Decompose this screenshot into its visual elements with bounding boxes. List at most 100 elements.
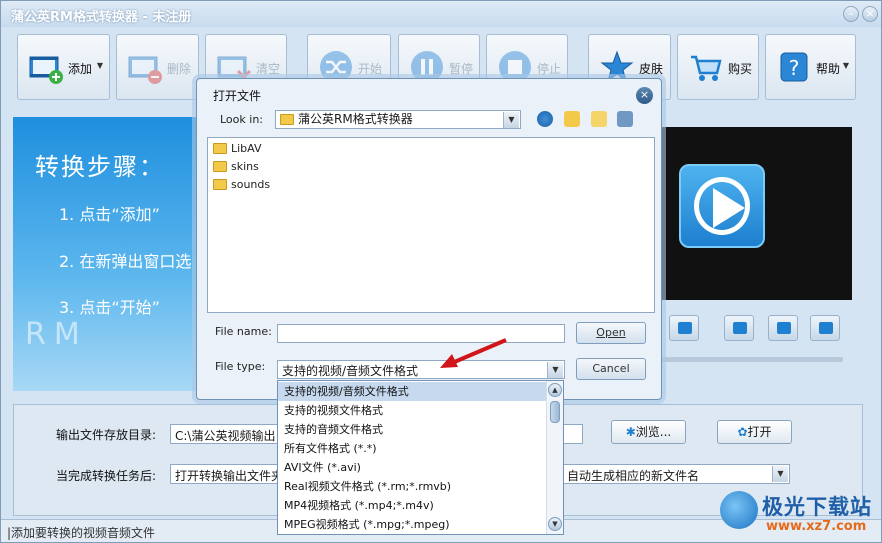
look-in-value: 蒲公英RM格式转换器	[298, 112, 413, 126]
add-label: 添加	[68, 62, 93, 76]
file-name: sounds	[231, 178, 271, 191]
look-in-select[interactable]: 蒲公英RM格式转换器 ▼	[275, 110, 521, 129]
cancel-button[interactable]: Cancel	[576, 358, 646, 380]
browse-label: 浏览...	[635, 425, 672, 439]
new-folder-icon[interactable]	[591, 111, 607, 127]
film-add-icon	[29, 56, 63, 84]
window-title: 蒲公英RM格式转换器 - 未注册	[11, 10, 192, 25]
open-file-dialog: 打开文件 × Look in: 蒲公英RM格式转换器 ▼ LibAV skins…	[196, 78, 662, 400]
folder-icon	[280, 114, 294, 125]
stop-preview-button[interactable]	[669, 315, 699, 341]
volume-button[interactable]	[724, 315, 754, 341]
buy-label: 购买	[728, 62, 753, 76]
dropdown-option[interactable]: AVI文件 (*.avi)	[278, 458, 546, 477]
open-output-button[interactable]: ✿打开	[717, 420, 792, 444]
look-in-label: Look in:	[220, 113, 263, 126]
play-button[interactable]	[679, 164, 765, 248]
chevron-down-icon: ▼	[547, 362, 563, 378]
list-item[interactable]: skins	[213, 159, 259, 175]
help-button[interactable]: ? 帮助 ▼	[765, 34, 856, 100]
open-output-label: 打开	[747, 425, 772, 439]
open-button-label: Open	[596, 326, 626, 339]
seek-slider[interactable]	[656, 357, 843, 362]
play-icon	[713, 188, 745, 228]
folder-icon	[213, 161, 227, 172]
naming-select[interactable]: 自动生成相应的新文件名 ▼	[562, 464, 790, 484]
scroll-up-button[interactable]: ▲	[548, 383, 562, 397]
watermark-brand: 极光下载站	[762, 495, 872, 519]
back-icon[interactable]	[537, 111, 553, 127]
filename-label: File name:	[215, 325, 272, 338]
dropdown-option[interactable]: Real视频文件格式 (*.rm;*.rmvb)	[278, 477, 546, 496]
dropdown-option[interactable]: 支持的视频/音频文件格式	[278, 382, 546, 401]
list-item[interactable]: LibAV	[213, 141, 262, 157]
filetype-dropdown-list[interactable]: 支持的视频/音频文件格式 支持的视频文件格式 支持的音频文件格式 所有文件格式 …	[277, 380, 564, 535]
browse-icon: ✱	[625, 425, 636, 439]
steps-title: 转换步骤：	[35, 153, 165, 181]
step-2: 2. 在新弹出窗口选	[59, 252, 192, 271]
dropdown-scrollbar[interactable]: ▲ ▼	[546, 381, 563, 534]
svg-text:?: ?	[789, 56, 800, 80]
watermark-url: www.xz7.com	[766, 519, 867, 534]
delete-button[interactable]: 删除	[116, 34, 199, 100]
folder-icon	[819, 322, 833, 334]
dropdown-option[interactable]: 支持的视频文件格式	[278, 401, 546, 420]
stop-square-icon	[678, 322, 692, 334]
step-3: 3. 点击“开始”	[59, 298, 160, 317]
output-dir-label: 输出文件存放目录:	[56, 428, 157, 442]
open-folder-button[interactable]	[810, 315, 840, 341]
chevron-down-icon: ▼	[96, 61, 103, 70]
chevron-down-icon: ▼	[842, 61, 849, 70]
buy-button[interactable]: 购买	[677, 34, 759, 100]
aurora-logo-icon	[720, 491, 758, 529]
film-delete-icon	[128, 56, 162, 84]
file-name: skins	[231, 160, 259, 173]
help-icon: ?	[780, 52, 808, 82]
scroll-down-button[interactable]: ▼	[548, 517, 562, 531]
snapshot-button[interactable]	[768, 315, 798, 341]
browse-button[interactable]: ✱浏览...	[611, 420, 686, 444]
view-menu-icon[interactable]	[617, 111, 633, 127]
start-label: 开始	[358, 62, 383, 76]
after-task-label: 当完成转换任务后:	[56, 469, 157, 483]
title-bar: 蒲公英RM格式转换器 - 未注册 – ×	[1, 1, 881, 27]
list-item[interactable]: sounds	[213, 177, 270, 193]
clear-label: 清空	[256, 62, 281, 76]
film-reel-icon: ✿	[737, 425, 748, 439]
delete-label: 删除	[167, 62, 192, 76]
add-button[interactable]: 添加 ▼	[17, 34, 110, 100]
naming-value: 自动生成相应的新文件名	[567, 469, 700, 483]
scroll-thumb[interactable]	[550, 401, 560, 423]
chevron-down-icon: ▼	[772, 466, 788, 482]
up-folder-icon[interactable]	[564, 111, 580, 127]
folder-icon	[213, 179, 227, 190]
steps-panel: 转换步骤： 1. 点击“添加” 2. 在新弹出窗口选 3. 点击“开始” RM	[13, 117, 213, 391]
dialog-close-button[interactable]: ×	[636, 87, 653, 104]
filetype-select[interactable]: 支持的视频/音频文件格式 ▼	[277, 360, 565, 379]
dropdown-option[interactable]: 支持的音频文件格式	[278, 420, 546, 439]
cart-icon	[691, 55, 722, 81]
dropdown-option[interactable]: MP4视频格式 (*.mp4;*.m4v)	[278, 496, 546, 515]
status-text: |添加要转换的视频音频文件	[7, 526, 156, 540]
stop-label: 停止	[537, 62, 562, 76]
video-preview	[656, 127, 852, 300]
open-button[interactable]: Open	[576, 322, 646, 344]
filetype-value: 支持的视频/音频文件格式	[282, 364, 419, 378]
file-list[interactable]: LibAV skins sounds	[207, 137, 655, 313]
filename-input[interactable]	[277, 324, 565, 343]
dialog-title: 打开文件	[213, 89, 262, 103]
dropdown-option[interactable]: MPEG视频格式 (*.mpg;*.mpeg)	[278, 515, 546, 534]
close-button[interactable]: ×	[862, 6, 878, 22]
rm-logo-watermark: RM	[25, 317, 88, 352]
speaker-icon	[733, 322, 747, 334]
red-arrow-annotation	[440, 338, 507, 368]
minimize-button[interactable]: –	[843, 6, 859, 22]
file-name: LibAV	[231, 142, 262, 155]
folder-icon	[213, 143, 227, 154]
skin-label: 皮肤	[639, 62, 664, 76]
dropdown-option[interactable]: 所有文件格式 (*.*)	[278, 439, 546, 458]
step-1: 1. 点击“添加”	[59, 205, 160, 224]
site-watermark: 极光下载站 www.xz7.com	[716, 489, 876, 539]
camera-icon	[777, 322, 791, 334]
pause-label: 暂停	[449, 62, 474, 76]
